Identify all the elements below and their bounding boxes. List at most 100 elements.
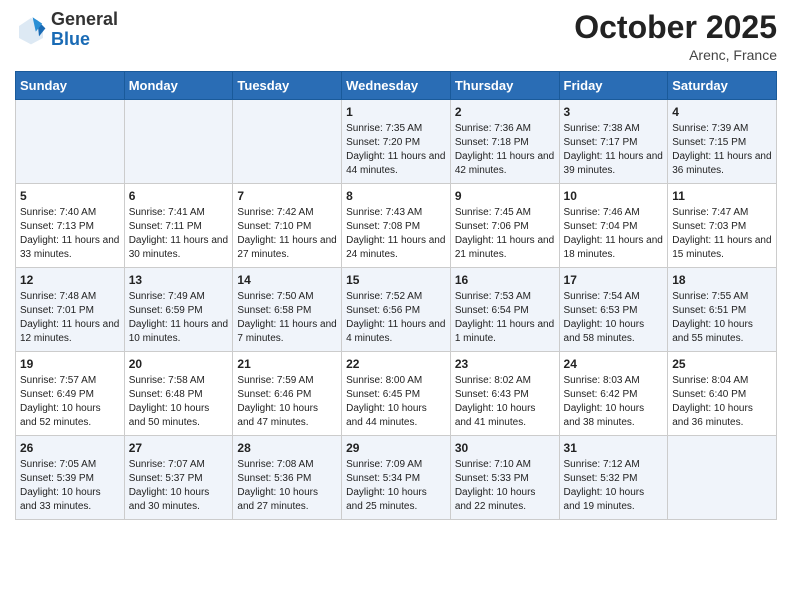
day-cell — [668, 436, 777, 520]
day-cell: 3 Sunrise: 7:38 AMSunset: 7:17 PMDaylight… — [559, 100, 668, 184]
day-info: Sunrise: 7:07 AMSunset: 5:37 PMDaylight:… — [129, 458, 229, 514]
day-info: Sunrise: 7:57 AMSunset: 6:49 PMDaylight:… — [20, 374, 120, 430]
day-number: 21 — [237, 357, 337, 371]
day-number: 14 — [237, 273, 337, 287]
day-info: Sunrise: 7:52 AMSunset: 6:56 PMDaylight:… — [346, 290, 446, 346]
day-number: 15 — [346, 273, 446, 287]
day-number: 1 — [346, 105, 446, 119]
day-info: Sunrise: 7:40 AMSunset: 7:13 PMDaylight:… — [20, 206, 120, 262]
day-number: 23 — [455, 357, 555, 371]
day-info: Sunrise: 7:49 AMSunset: 6:59 PMDaylight:… — [129, 290, 229, 346]
day-number: 13 — [129, 273, 229, 287]
day-number: 4 — [672, 105, 772, 119]
day-cell: 20 Sunrise: 7:58 AMSunset: 6:48 PMDayligh… — [124, 352, 233, 436]
day-number: 24 — [564, 357, 664, 371]
day-info: Sunrise: 7:59 AMSunset: 6:46 PMDaylight:… — [237, 374, 337, 430]
day-info: Sunrise: 7:42 AMSunset: 7:10 PMDaylight:… — [237, 206, 337, 262]
day-cell: 9Sunrise: 7:45 AMSunset: 7:06 PMDaylight… — [450, 184, 559, 268]
day-cell — [233, 100, 342, 184]
day-number: 29 — [346, 441, 446, 455]
day-info: Sunrise: 8:00 AMSunset: 6:45 PMDaylight:… — [346, 374, 446, 430]
day-info: Sunrise: 7:10 AMSunset: 5:33 PMDaylight:… — [455, 458, 555, 514]
day-info: Sunrise: 7:09 AMSunset: 5:34 PMDaylight:… — [346, 458, 446, 514]
week-row-3: 19 Sunrise: 7:57 AMSunset: 6:49 PMDayligh… — [16, 352, 777, 436]
day-cell: 24Sunrise: 8:03 AMSunset: 6:42 PMDayligh… — [559, 352, 668, 436]
day-cell: 16 Sunrise: 7:53 AMSunset: 6:54 PMDayligh… — [450, 268, 559, 352]
col-saturday: Saturday — [668, 72, 777, 100]
day-cell: 23 Sunrise: 8:02 AMSunset: 6:43 PMDayligh… — [450, 352, 559, 436]
day-cell: 8 Sunrise: 7:43 AMSunset: 7:08 PMDaylight… — [342, 184, 451, 268]
day-number: 28 — [237, 441, 337, 455]
day-number: 7 — [237, 189, 337, 203]
title-area: October 2025 Arenc, France — [574, 10, 777, 63]
day-cell — [16, 100, 125, 184]
logo-icon — [15, 14, 47, 46]
day-cell: 21 Sunrise: 7:59 AMSunset: 6:46 PMDayligh… — [233, 352, 342, 436]
location: Arenc, France — [574, 47, 777, 63]
header: General Blue October 2025 Arenc, France — [15, 10, 777, 63]
week-row-1: 5 Sunrise: 7:40 AMSunset: 7:13 PMDaylight… — [16, 184, 777, 268]
day-info: Sunrise: 7:12 AMSunset: 5:32 PMDaylight:… — [564, 458, 664, 514]
day-info: Sunrise: 7:35 AMSunset: 7:20 PMDaylight:… — [346, 122, 446, 178]
week-row-0: 1 Sunrise: 7:35 AMSunset: 7:20 PMDaylight… — [16, 100, 777, 184]
day-cell: 26 Sunrise: 7:05 AMSunset: 5:39 PMDayligh… — [16, 436, 125, 520]
day-number: 22 — [346, 357, 446, 371]
month-title: October 2025 — [574, 10, 777, 45]
day-cell: 18 Sunrise: 7:55 AMSunset: 6:51 PMDayligh… — [668, 268, 777, 352]
day-number: 3 — [564, 105, 664, 119]
day-number: 2 — [455, 105, 555, 119]
day-info: Sunrise: 7:50 AMSunset: 6:58 PMDaylight:… — [237, 290, 337, 346]
day-cell: 19 Sunrise: 7:57 AMSunset: 6:49 PMDayligh… — [16, 352, 125, 436]
day-number: 30 — [455, 441, 555, 455]
day-cell: 28 Sunrise: 7:08 AMSunset: 5:36 PMDayligh… — [233, 436, 342, 520]
day-cell: 31 Sunrise: 7:12 AMSunset: 5:32 PMDayligh… — [559, 436, 668, 520]
day-cell: 12 Sunrise: 7:48 AMSunset: 7:01 PMDayligh… — [16, 268, 125, 352]
day-number: 8 — [346, 189, 446, 203]
day-number: 12 — [20, 273, 120, 287]
day-info: Sunrise: 7:43 AMSunset: 7:08 PMDaylight:… — [346, 206, 446, 262]
day-number: 11 — [672, 189, 772, 203]
day-cell: 17Sunrise: 7:54 AMSunset: 6:53 PMDayligh… — [559, 268, 668, 352]
col-tuesday: Tuesday — [233, 72, 342, 100]
day-cell: 27Sunrise: 7:07 AMSunset: 5:37 PMDayligh… — [124, 436, 233, 520]
calendar-table: Sunday Monday Tuesday Wednesday Thursday… — [15, 71, 777, 520]
day-number: 19 — [20, 357, 120, 371]
day-number: 26 — [20, 441, 120, 455]
day-info: Sunrise: 7:48 AMSunset: 7:01 PMDaylight:… — [20, 290, 120, 346]
day-number: 18 — [672, 273, 772, 287]
day-info: Sunrise: 8:02 AMSunset: 6:43 PMDaylight:… — [455, 374, 555, 430]
day-info: Sunrise: 7:53 AMSunset: 6:54 PMDaylight:… — [455, 290, 555, 346]
day-info: Sunrise: 7:55 AMSunset: 6:51 PMDaylight:… — [672, 290, 772, 346]
day-cell: 15 Sunrise: 7:52 AMSunset: 6:56 PMDayligh… — [342, 268, 451, 352]
week-row-2: 12 Sunrise: 7:48 AMSunset: 7:01 PMDayligh… — [16, 268, 777, 352]
logo-text: General Blue — [51, 10, 118, 50]
col-monday: Monday — [124, 72, 233, 100]
day-cell: 7 Sunrise: 7:42 AMSunset: 7:10 PMDaylight… — [233, 184, 342, 268]
col-sunday: Sunday — [16, 72, 125, 100]
day-number: 5 — [20, 189, 120, 203]
day-number: 20 — [129, 357, 229, 371]
day-cell: 22 Sunrise: 8:00 AMSunset: 6:45 PMDayligh… — [342, 352, 451, 436]
day-info: Sunrise: 7:45 AMSunset: 7:06 PMDaylight:… — [455, 206, 555, 262]
day-cell: 25 Sunrise: 8:04 AMSunset: 6:40 PMDayligh… — [668, 352, 777, 436]
day-cell: 1 Sunrise: 7:35 AMSunset: 7:20 PMDaylight… — [342, 100, 451, 184]
col-wednesday: Wednesday — [342, 72, 451, 100]
day-number: 10 — [564, 189, 664, 203]
logo: General Blue — [15, 10, 118, 50]
day-info: Sunrise: 7:39 AMSunset: 7:15 PMDaylight:… — [672, 122, 772, 178]
day-info: Sunrise: 7:38 AMSunset: 7:17 PMDaylight:… — [564, 122, 664, 178]
day-info: Sunrise: 7:08 AMSunset: 5:36 PMDaylight:… — [237, 458, 337, 514]
day-info: Sunrise: 7:05 AMSunset: 5:39 PMDaylight:… — [20, 458, 120, 514]
day-number: 6 — [129, 189, 229, 203]
day-cell: 6Sunrise: 7:41 AMSunset: 7:11 PMDaylight… — [124, 184, 233, 268]
calendar-header: Sunday Monday Tuesday Wednesday Thursday… — [16, 72, 777, 100]
day-number: 17 — [564, 273, 664, 287]
day-number: 25 — [672, 357, 772, 371]
week-row-4: 26 Sunrise: 7:05 AMSunset: 5:39 PMDayligh… — [16, 436, 777, 520]
day-info: Sunrise: 8:04 AMSunset: 6:40 PMDaylight:… — [672, 374, 772, 430]
day-cell: 13 Sunrise: 7:49 AMSunset: 6:59 PMDayligh… — [124, 268, 233, 352]
day-number: 16 — [455, 273, 555, 287]
day-number: 31 — [564, 441, 664, 455]
day-info: Sunrise: 7:46 AMSunset: 7:04 PMDaylight:… — [564, 206, 664, 262]
day-info: Sunrise: 7:58 AMSunset: 6:48 PMDaylight:… — [129, 374, 229, 430]
